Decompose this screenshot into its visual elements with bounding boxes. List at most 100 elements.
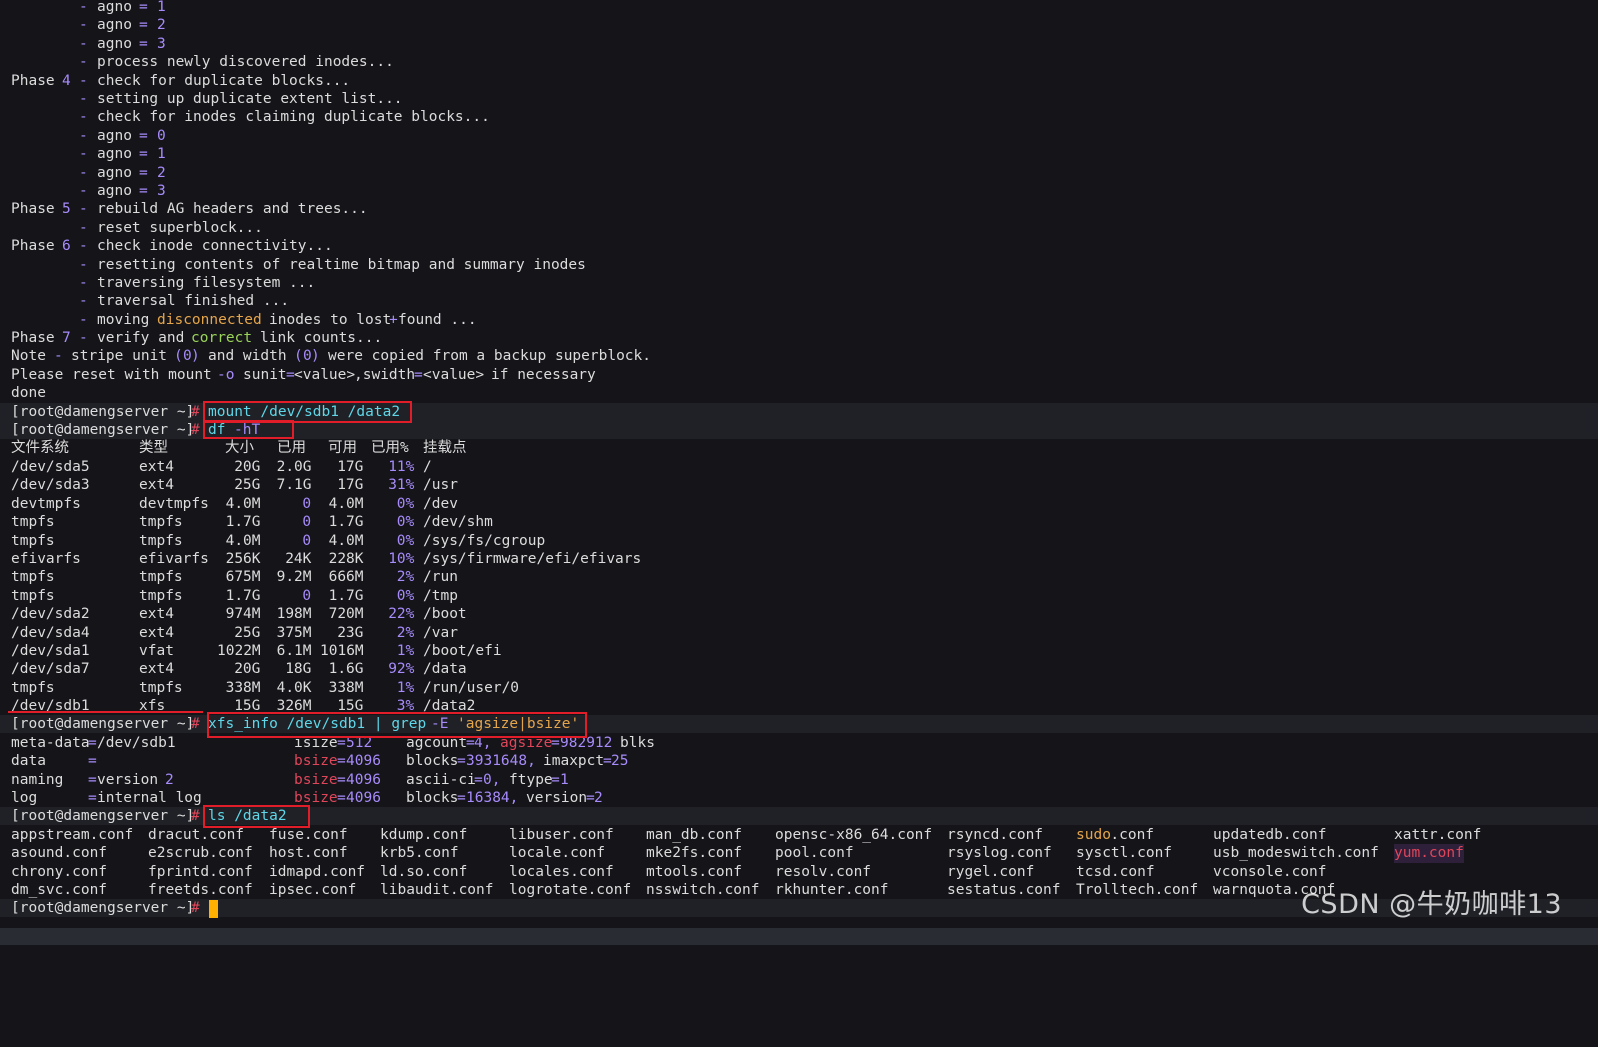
file-name[interactable]: logrotate.conf xyxy=(509,881,631,899)
file-name[interactable]: locales.conf xyxy=(509,863,614,881)
text: ascii-ci xyxy=(406,772,476,788)
text: agno xyxy=(97,165,132,181)
file-name[interactable]: Trolltech.conf xyxy=(1076,881,1198,899)
file-name[interactable]: locale.conf xyxy=(509,844,605,862)
watermark: CSDN @牛奶咖啡13 xyxy=(1301,889,1562,920)
terminal-window[interactable]: - agno = 1 - agno = 2 - agno = 3 - proce… xyxy=(0,0,1598,945)
file-name[interactable]: vconsole.conf xyxy=(1213,863,1327,881)
text: - xyxy=(79,312,88,328)
text: - xyxy=(79,201,88,217)
file-name[interactable]: kdump.conf xyxy=(380,826,467,844)
df-row: tmpfs tmpfs 338M 4.0K 338M 1% /run/user/0 xyxy=(0,679,1598,697)
df-cell: tmpfs xyxy=(139,514,183,531)
file-name[interactable]: idmapd.conf xyxy=(269,863,365,881)
text: - xyxy=(79,128,88,144)
df-cell: ext4 xyxy=(139,477,174,494)
file-name[interactable]: dracut.conf xyxy=(148,826,244,844)
file-name[interactable]: mke2fs.conf xyxy=(646,844,742,862)
text: - xyxy=(79,330,88,346)
text: rebuild AG headers and trees... xyxy=(97,201,368,217)
file-name[interactable]: xattr.conf xyxy=(1394,826,1481,844)
text: 6 xyxy=(62,238,71,254)
file-extension: .conf xyxy=(1110,827,1155,843)
df-cell: 10% xyxy=(388,551,415,567)
file-name[interactable]: usb_modeswitch.conf xyxy=(1213,844,1379,862)
text: - xyxy=(79,275,88,291)
df-cell: tmpfs xyxy=(139,679,183,696)
prompt: [root@damengserver ~] xyxy=(11,716,195,732)
df-row: /dev/sda5 ext4 20G 2.0G 17G 11% / xyxy=(0,458,1598,476)
text: = xyxy=(474,772,483,788)
text: - xyxy=(79,183,88,199)
df-cell: tmpfs xyxy=(11,679,55,696)
text: check inode connectivity... xyxy=(97,238,333,254)
text: traversing filesystem ... xyxy=(97,275,316,291)
df-row: /dev/sda2 ext4 974M 198M 720M 22% /boot xyxy=(0,605,1598,623)
file-name[interactable]: mtools.conf xyxy=(646,863,742,881)
df-cell: /dev/sda7 xyxy=(11,661,90,678)
xfs-line: data = bsize = 4096 blocks = 3931648, im… xyxy=(0,752,1598,770)
df-cell: 974M xyxy=(225,606,261,623)
df-cell: /dev xyxy=(423,495,458,512)
text: Note xyxy=(11,348,46,364)
text: = xyxy=(88,753,97,769)
file-name[interactable]: man_db.conf xyxy=(646,826,742,844)
ls-row: appstream.conf dracut.conf fuse.conf kdump.… xyxy=(0,826,1598,844)
text: agno xyxy=(97,0,132,15)
file-name[interactable]: host.conf xyxy=(269,844,348,862)
file-name[interactable]: opensc-x86_64.conf xyxy=(775,826,932,844)
file-name[interactable]: dm_svc.conf xyxy=(11,881,107,899)
text: 已用% xyxy=(371,440,409,456)
file-name[interactable]: rsyncd.conf xyxy=(947,826,1043,844)
df-cell: /sys/fs/cgroup xyxy=(423,532,546,549)
text: agno xyxy=(97,146,132,162)
file-name[interactable]: updatedb.conf xyxy=(1213,826,1327,844)
file-name[interactable]: libaudit.conf xyxy=(380,881,494,899)
df-cell: tmpfs xyxy=(11,569,55,586)
df-cell: 0 xyxy=(302,514,312,531)
file-name[interactable]: sudo xyxy=(1076,826,1111,844)
file-name[interactable]: fuse.conf xyxy=(269,826,348,844)
df-cell: 4.0M xyxy=(328,495,364,512)
ls-row: asound.conf e2scrub.conf host.conf krb5.con… xyxy=(0,844,1598,863)
file-name[interactable]: nsswitch.conf xyxy=(646,881,760,899)
file-name[interactable]: resolv.conf xyxy=(775,863,871,881)
file-name[interactable]: ipsec.conf xyxy=(269,881,356,899)
file-name[interactable]: rkhunter.conf xyxy=(775,881,889,899)
file-name[interactable]: freetds.conf xyxy=(148,881,253,899)
terminal-line: - agno = 2 xyxy=(0,164,1598,182)
terminal-line: - agno = 0 xyxy=(0,127,1598,145)
file-name[interactable]: ld.so.conf xyxy=(380,863,467,881)
file-name[interactable]: yum.conf xyxy=(1394,844,1464,863)
file-name[interactable]: sestatus.conf xyxy=(947,881,1061,899)
text: 1 xyxy=(157,0,166,15)
file-name[interactable]: krb5.conf xyxy=(380,844,459,862)
file-name[interactable]: appstream.conf xyxy=(11,826,133,844)
text: link counts... xyxy=(260,330,383,346)
df-row: tmpfs tmpfs 675M 9.2M 666M 2% /run xyxy=(0,568,1598,586)
file-name[interactable]: e2scrub.conf xyxy=(148,844,253,862)
file-name[interactable]: pool.conf xyxy=(775,844,854,862)
terminal-line: - moving disconnected inodes to lost + f… xyxy=(0,311,1598,329)
file-name[interactable]: sysctl.conf xyxy=(1076,844,1172,862)
file-name[interactable]: libuser.conf xyxy=(509,826,614,844)
text: - xyxy=(79,238,88,254)
df-cell: /sys/firmware/efi/efivars xyxy=(423,551,642,567)
highlight-underline xyxy=(8,711,203,713)
text: internal log xyxy=(97,790,202,806)
df-cell: 375M xyxy=(276,624,312,641)
text: = xyxy=(139,0,148,15)
file-name[interactable]: fprintd.conf xyxy=(148,863,253,881)
text: 4096 xyxy=(346,772,381,788)
file-name[interactable]: chrony.conf xyxy=(11,863,107,881)
file-name[interactable]: tcsd.conf xyxy=(1076,863,1155,881)
file-name[interactable]: asound.conf xyxy=(11,844,107,862)
file-name[interactable]: rsyslog.conf xyxy=(947,844,1052,862)
text: 2 xyxy=(157,17,166,33)
df-cell: / xyxy=(423,459,432,475)
text: verify and xyxy=(97,330,185,346)
text: <value> xyxy=(294,367,356,383)
file-name[interactable]: rygel.conf xyxy=(947,863,1034,881)
text: = xyxy=(337,753,346,769)
text: naming xyxy=(11,772,64,788)
